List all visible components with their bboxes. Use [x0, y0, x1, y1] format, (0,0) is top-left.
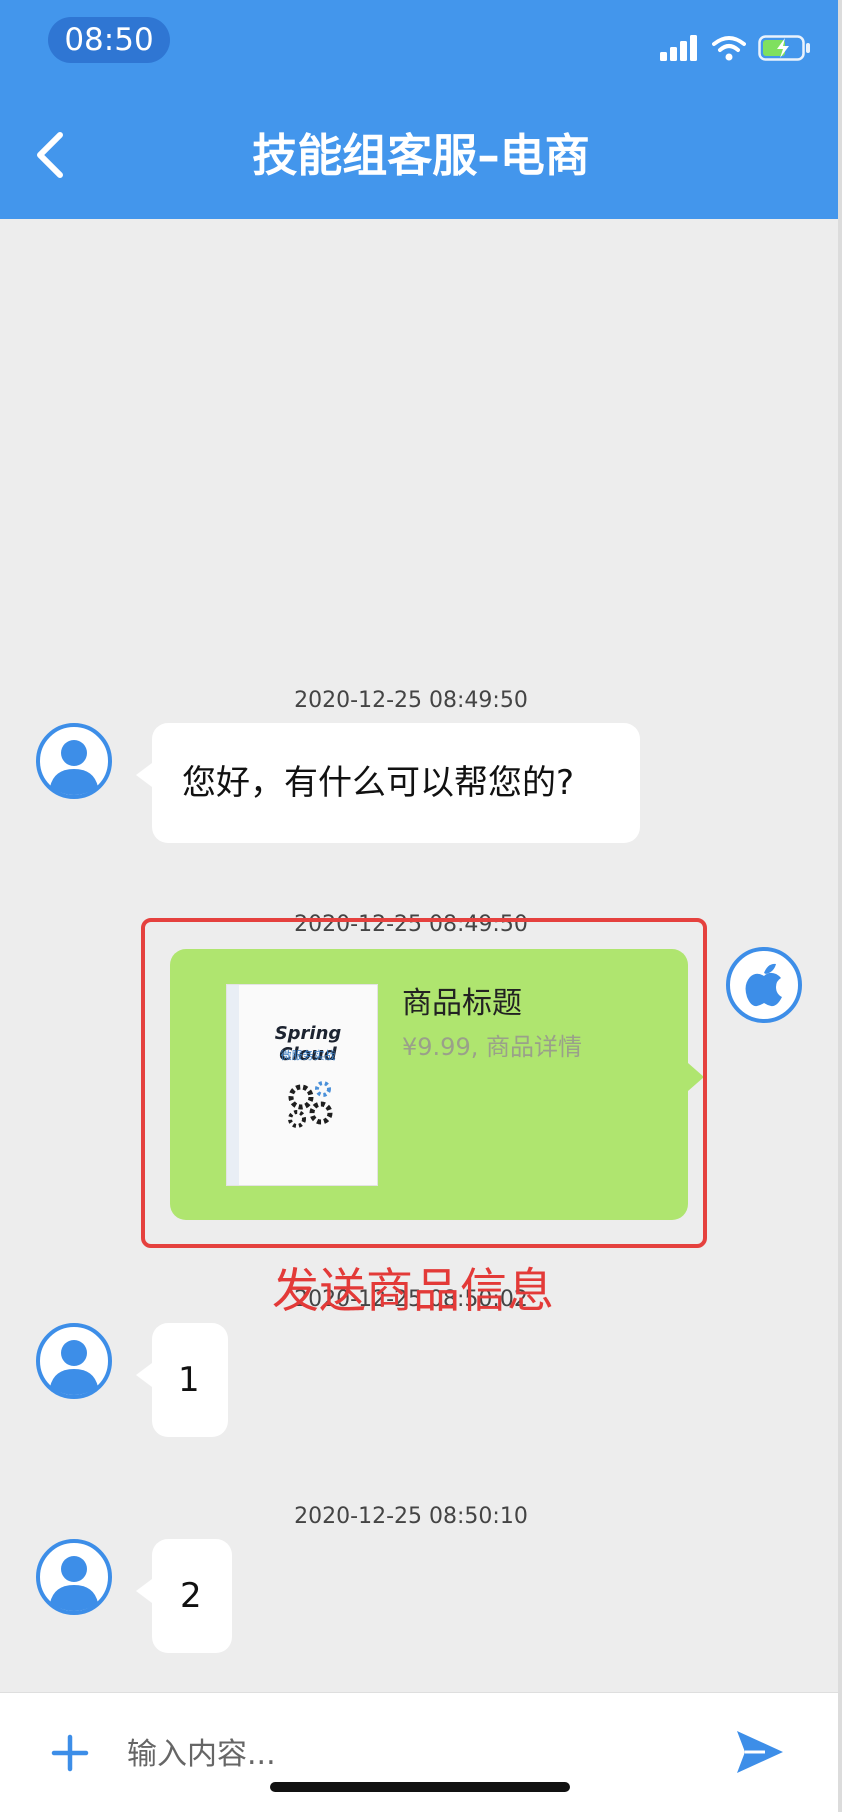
plus-icon[interactable]: [50, 1733, 90, 1773]
header-bar: 08:50 技能组客服–电商: [0, 0, 842, 219]
page-title: 技能组客服–电商: [252, 129, 590, 182]
battery-icon: [758, 35, 810, 61]
message-input[interactable]: [125, 1723, 689, 1785]
highlight-box: [141, 918, 707, 1248]
status-time: 08:50: [48, 17, 170, 63]
signal-icon: [660, 35, 697, 61]
wifi-icon: [712, 36, 746, 61]
message-text: 1: [178, 1360, 200, 1400]
user-avatar-icon[interactable]: [36, 1539, 112, 1615]
input-bar: [0, 1692, 842, 1812]
message-bubble[interactable]: 1: [136, 1323, 228, 1437]
message-bubble[interactable]: 您好，有什么可以帮您的?: [136, 723, 640, 843]
annotation-label: 发送商品信息: [272, 1264, 554, 1319]
message-timestamp: 2020-12-25 08:50:10: [294, 1504, 528, 1529]
send-icon[interactable]: [735, 1729, 785, 1775]
screen-edge: [838, 0, 842, 1812]
message-bubble[interactable]: 2: [136, 1539, 232, 1653]
message-timestamp: 2020-12-25 08:49:50: [294, 688, 528, 713]
apple-avatar-icon[interactable]: [726, 947, 802, 1023]
user-avatar-icon[interactable]: [36, 1323, 112, 1399]
user-avatar-icon[interactable]: [36, 723, 112, 799]
status-icons: [660, 30, 812, 66]
message-text: 您好，有什么可以帮您的?: [182, 763, 575, 803]
home-indicator: [270, 1782, 570, 1792]
message-text: 2: [180, 1576, 202, 1616]
chat-screen: 08:50 技能组客服–电商 2020-12-25 08:49:50 您好，有什…: [0, 0, 842, 1812]
